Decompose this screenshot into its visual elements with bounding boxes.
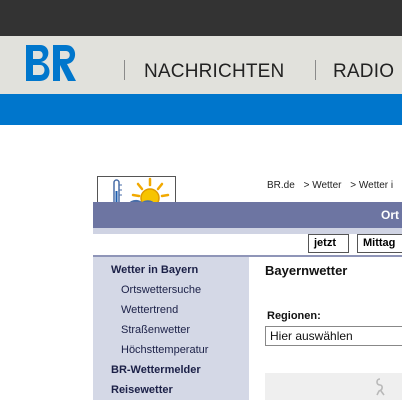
tab-mittag[interactable]: Mittag [357, 234, 402, 253]
breadcrumb: BR.de > Wetter > Wetter i [267, 180, 399, 191]
nav-item-nachrichten[interactable]: NACHRICHTEN [144, 61, 284, 83]
sidebar-item-reisewetter[interactable]: Reisewetter [111, 384, 173, 396]
page-title: Bayernwetter [265, 263, 348, 278]
section-title-text: Ort [381, 208, 399, 222]
map-outline-icon [376, 378, 385, 396]
nav-separator [315, 60, 316, 80]
breadcrumb-br-de[interactable]: BR.de [267, 180, 295, 191]
breadcrumb-wetter-in[interactable]: > Wetter i [350, 180, 393, 191]
regions-label: Regionen: [267, 310, 321, 322]
top-dark-bar [0, 0, 402, 36]
breadcrumb-wetter[interactable]: > Wetter [304, 180, 342, 191]
sidebar-item-strassenwetter[interactable]: Straßenwetter [121, 324, 190, 336]
regions-select[interactable]: Hier auswählen [265, 326, 402, 346]
sidebar-item-wettertrend[interactable]: Wettertrend [121, 304, 178, 316]
site-header: NACHRICHTEN RADIO [0, 36, 402, 94]
blue-band [0, 94, 402, 125]
nav-item-radio[interactable]: RADIO [333, 61, 394, 83]
weather-content: BR.de > Wetter > Wetter i Ort jetzt Mitt… [93, 176, 402, 400]
sidebar-item-ortswettersuche[interactable]: Ortswettersuche [121, 284, 201, 296]
br-logo[interactable] [24, 41, 78, 85]
sidebar-item-br-wettermelder[interactable]: BR-Wettermelder [111, 364, 201, 376]
tab-jetzt[interactable]: jetzt [308, 234, 349, 253]
section-title-bar: Ort [93, 202, 402, 228]
sidebar-item-hoechsttemperatur[interactable]: Höchsttemperatur [121, 344, 208, 356]
nav-separator [124, 60, 125, 80]
sidebar-item-wetter-in-bayern[interactable]: Wetter in Bayern [111, 264, 198, 276]
section-subbar [93, 228, 402, 234]
weather-sidebar: Wetter in Bayern Ortswettersuche Wettert… [93, 257, 249, 400]
map-preview [265, 373, 402, 400]
